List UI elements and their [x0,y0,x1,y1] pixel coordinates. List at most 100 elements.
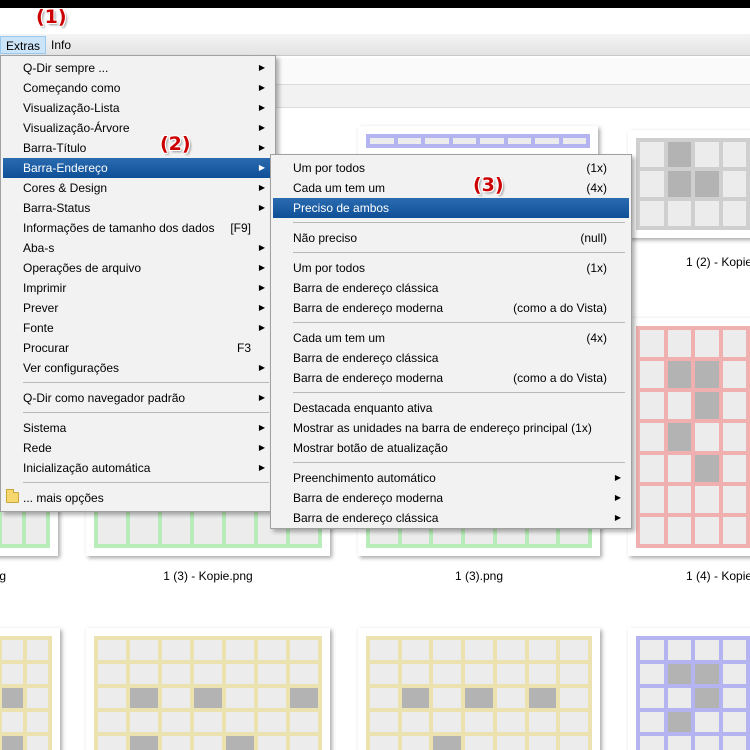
menu-item-label: Preciso de ambos [293,201,390,215]
submenu-item-preenchimento[interactable]: Preenchimento automático ▶ [273,468,629,488]
menu-item-label: Inicialização automática [23,461,151,475]
submenu-arrow-icon: ▶ [258,463,265,472]
menu-item-navegador-padrao[interactable]: Q-Dir como navegador padrão ▶ [3,388,273,408]
menu-item-shortcut: (como a do Vista) [513,371,607,385]
menu-item-shortcut: (1x) [586,161,607,175]
menu-item-label: Preenchimento automático [293,471,436,485]
submenu-arrow-icon: ▶ [258,183,265,192]
submenu-item-barra-moderna-2[interactable]: Barra de endereço moderna (como a do Vist… [273,368,629,388]
menu-item-comecando-como[interactable]: Começando como ▶ [3,78,273,98]
submenu-arrow-icon: ▶ [258,123,265,132]
menu-separator [293,392,625,393]
thumbnail-image[interactable] [86,628,330,750]
menu-item-barra-status[interactable]: Barra-Status ▶ [3,198,273,218]
submenu-item-preciso-de-ambos[interactable]: Preciso de ambos [273,198,629,218]
thumbnail-caption: g [0,569,6,583]
submenu-arrow-icon: ▶ [258,63,265,72]
submenu-item-nao-preciso[interactable]: Não preciso (null) [273,228,629,248]
menu-item-label: Um por todos [293,261,366,275]
menu-item-label: Barra-Título [23,141,87,155]
thumbnail-image[interactable] [0,628,60,750]
menu-item-label: Procurar [23,341,70,355]
thumbnail-image[interactable] [628,130,750,238]
thumbnail-caption: 1 (3) - Kopie.png [163,569,253,583]
menu-item-visualizacao-arvore[interactable]: Visualização-Árvore ▶ [3,118,273,138]
submenu-arrow-icon: ▶ [258,423,265,432]
menu-item-rede[interactable]: Rede ▶ [3,438,273,458]
submenu-arrow-icon: ▶ [258,283,265,292]
submenu-item-um-por-todos-2[interactable]: Um por todos (1x) [273,258,629,278]
menu-item-abas[interactable]: Aba-s ▶ [3,238,273,258]
submenu-arrow-icon: ▶ [258,443,265,452]
submenu-item-barra-classica[interactable]: Barra de endereço clássica [273,278,629,298]
menu-separator [293,322,625,323]
menu-item-ver-configuracoes[interactable]: Ver configurações ▶ [3,358,273,378]
submenu-arrow-icon: ▶ [614,473,621,482]
submenu-item-um-por-todos[interactable]: Um por todos (1x) [273,158,629,178]
menu-item-mais-opcoes[interactable]: ... mais opções [3,488,273,508]
submenu-item-classica-sub[interactable]: Barra de endereço clássica ▶ [273,508,629,528]
thumbnail-image[interactable] [358,126,598,156]
menu-item-cores-design[interactable]: Cores & Design ▶ [3,178,273,198]
annotation-step-2: (2) [160,133,191,155]
menu-item-q-dir-sempre[interactable]: Q-Dir sempre ... ▶ [3,58,273,78]
menu-item-visualizacao-lista[interactable]: Visualização-Lista ▶ [3,98,273,118]
extras-menu: Q-Dir sempre ... ▶ Começando como ▶ Visual… [0,55,276,512]
menu-item-procurar[interactable]: Procurar F3 [3,338,273,358]
menu-item-fonte[interactable]: Fonte ▶ [3,318,273,338]
menu-item-label: Barra de endereço clássica [293,351,439,365]
menu-item-inicializacao-automatica[interactable]: Inicialização automática ▶ [3,458,273,478]
menu-item-sistema[interactable]: Sistema ▶ [3,418,273,438]
menu-item-label: Fonte [23,321,54,335]
submenu-item-cada-um-tem-um-2[interactable]: Cada um tem um (4x) [273,328,629,348]
thumbnail-image[interactable] [628,628,750,750]
menu-item-label: Destacada enquanto ativa [293,401,433,415]
menu-item-label: Barra de endereço clássica [293,511,439,525]
menu-item-label: Q-Dir sempre ... [23,61,109,75]
submenu-arrow-icon: ▶ [614,513,621,522]
menu-item-label: Ver configurações [23,361,120,375]
submenu-arrow-icon: ▶ [258,103,265,112]
menu-item-informacoes-tamanho[interactable]: Informações de tamanho dos dados [F9] [3,218,273,238]
thumbnail-image[interactable] [358,628,600,750]
menu-item-label: Cada um tem um [293,181,386,195]
menu-item-label: Operações de arquivo [23,261,142,275]
submenu-item-mostrar-unidades[interactable]: Mostrar as unidades na barra de endereço… [273,418,629,438]
submenu-item-botao-atualizacao[interactable]: Mostrar botão de atualização [273,438,629,458]
menu-extras[interactable]: Extras [0,36,47,54]
submenu-arrow-icon: ▶ [258,143,265,152]
menu-item-label: Imprimir [23,281,67,295]
submenu-arrow-icon: ▶ [258,263,265,272]
menu-item-prever[interactable]: Prever ▶ [3,298,273,318]
annotation-step-3: (3) [473,174,504,196]
menu-item-barra-titulo[interactable]: Barra-Título ▶ [3,138,273,158]
submenu-arrow-icon: ▶ [258,83,265,92]
menu-item-label: Sistema [23,421,67,435]
thumbnail-image[interactable] [628,318,750,556]
menu-separator [23,412,269,413]
menu-bar: Extras Info [0,34,750,56]
menu-item-label: Começando como [23,81,121,95]
submenu-item-barra-moderna[interactable]: Barra de endereço moderna (como a do Vist… [273,298,629,318]
submenu-item-cada-um-tem-um[interactable]: Cada um tem um (4x) [273,178,629,198]
menu-separator [293,462,625,463]
submenu-arrow-icon: ▶ [258,363,265,372]
menu-item-label: Barra-Status [23,201,91,215]
menu-item-shortcut: (4x) [586,181,607,195]
menu-item-barra-endereco[interactable]: Barra-Endereço ▶ [3,158,273,178]
submenu-item-barra-classica-2[interactable]: Barra de endereço clássica [273,348,629,368]
window-titlebar [0,0,750,8]
menu-item-label: Mostrar botão de atualização [293,441,448,455]
menu-item-operacoes-arquivo[interactable]: Operações de arquivo ▶ [3,258,273,278]
submenu-item-destacada[interactable]: Destacada enquanto ativa [273,398,629,418]
menu-item-imprimir[interactable]: Imprimir ▶ [3,278,273,298]
menu-item-label: Prever [23,301,59,315]
top-strip [0,8,750,34]
menu-item-label: Visualização-Árvore [23,121,130,135]
menu-item-label: Não preciso [293,231,358,245]
thumbnail-caption: 1 (4) - Kopie [686,569,750,583]
menu-info[interactable]: Info [46,36,76,54]
menu-item-label: Barra de endereço moderna [293,491,444,505]
submenu-item-moderna-sub[interactable]: Barra de endereço moderna ▶ [273,488,629,508]
address-bar-submenu: Um por todos (1x) Cada um tem um (4x) Prec… [270,154,632,529]
